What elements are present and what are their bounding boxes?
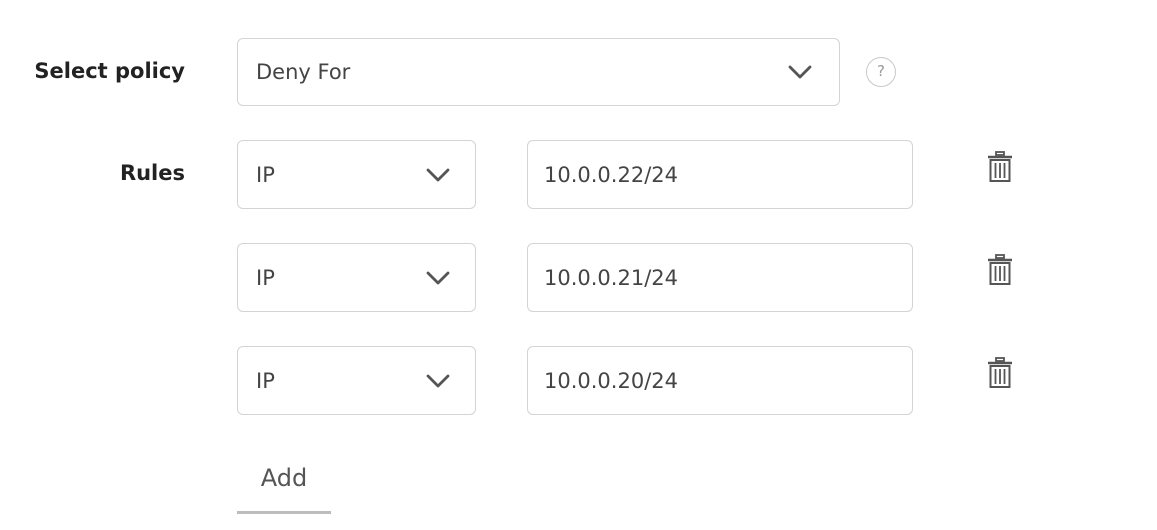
rule-value-input[interactable] xyxy=(527,243,913,312)
trash-icon[interactable] xyxy=(987,254,1013,286)
chevron-down-icon xyxy=(426,271,450,284)
chevron-down-icon xyxy=(426,374,450,387)
trash-icon[interactable] xyxy=(987,151,1013,183)
select-policy-label: Select policy xyxy=(34,59,185,83)
rule-type-select[interactable]: IP xyxy=(237,346,476,415)
rules-label: Rules xyxy=(119,161,185,185)
policy-select[interactable]: Deny For xyxy=(237,38,840,106)
chevron-down-icon xyxy=(788,65,812,79)
help-icon[interactable]: ? xyxy=(866,57,896,87)
rule-type-value: IP xyxy=(256,368,275,393)
rule-type-select[interactable]: IP xyxy=(237,243,476,312)
trash-icon[interactable] xyxy=(987,357,1013,389)
rule-type-value: IP xyxy=(256,265,275,290)
rule-type-value: IP xyxy=(256,162,275,187)
rule-type-select[interactable]: IP xyxy=(237,140,476,209)
add-rule-button[interactable]: Add xyxy=(237,452,331,514)
rule-value-input[interactable] xyxy=(527,346,913,415)
policy-select-value: Deny For xyxy=(256,60,351,84)
chevron-down-icon xyxy=(426,168,450,181)
rule-value-input[interactable] xyxy=(527,140,913,209)
